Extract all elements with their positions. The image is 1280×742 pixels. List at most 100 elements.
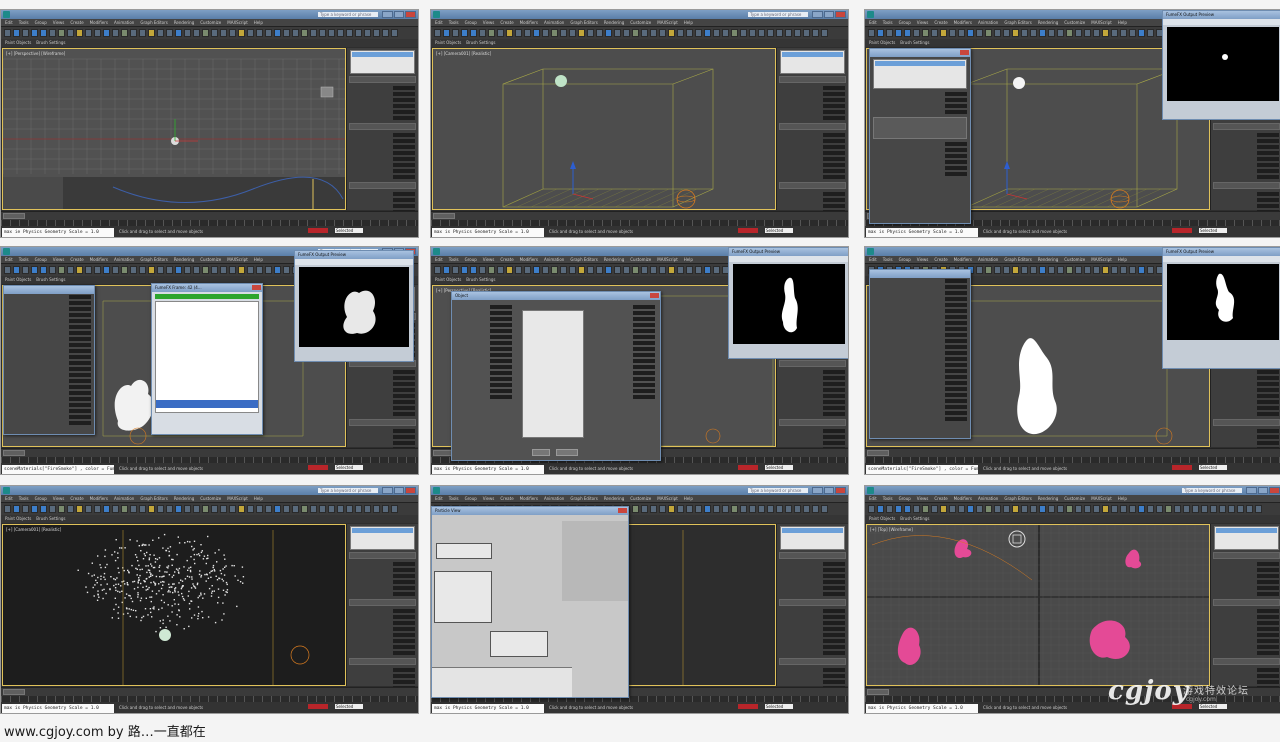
- spinner-field[interactable]: [945, 357, 967, 361]
- toolbar-button[interactable]: [40, 505, 47, 513]
- cancel-button[interactable]: [556, 449, 578, 456]
- spinner-field[interactable]: [1257, 376, 1279, 380]
- menu-item-maxscript[interactable]: MAXScript: [227, 256, 248, 263]
- spinner-field[interactable]: [1257, 163, 1279, 167]
- toolbar-button[interactable]: [940, 505, 947, 513]
- auto-key-button[interactable]: [738, 704, 758, 709]
- rollout-header[interactable]: [349, 123, 416, 130]
- spinner-field[interactable]: [393, 145, 415, 149]
- menu-item-modifiers[interactable]: Modifiers: [520, 495, 538, 502]
- spinner-field[interactable]: [69, 409, 91, 413]
- toolbar-button[interactable]: [488, 29, 495, 37]
- ribbon-tab[interactable]: Brush Settings: [466, 276, 495, 284]
- menu-item-rendering[interactable]: Rendering: [604, 256, 624, 263]
- menu-item-group[interactable]: Group: [35, 19, 47, 26]
- toolbar-button[interactable]: [569, 29, 576, 37]
- toolbar-button[interactable]: [686, 266, 693, 274]
- dialog-close-button[interactable]: [618, 508, 627, 513]
- toolbar-button[interactable]: [515, 29, 522, 37]
- toolbar-button[interactable]: [301, 29, 308, 37]
- menu-item-animation[interactable]: Animation: [978, 495, 998, 502]
- menu-item-modifiers[interactable]: Modifiers: [90, 256, 108, 263]
- app-icon[interactable]: [433, 487, 440, 494]
- toolbar-button[interactable]: [1003, 29, 1010, 37]
- toolbar-button[interactable]: [364, 505, 371, 513]
- toolbar-button[interactable]: [166, 505, 173, 513]
- toolbar-button[interactable]: [650, 29, 657, 37]
- spinner-field[interactable]: [490, 323, 512, 327]
- menu-item-edit[interactable]: Edit: [435, 256, 443, 263]
- spinner-field[interactable]: [393, 639, 415, 643]
- toolbar-button[interactable]: [130, 505, 137, 513]
- event-1[interactable]: [434, 571, 492, 623]
- toolbar-button[interactable]: [1147, 505, 1154, 513]
- spinner-field[interactable]: [1257, 645, 1279, 649]
- toolbar-button[interactable]: [605, 29, 612, 37]
- spinner-field[interactable]: [945, 369, 967, 373]
- spinner-field[interactable]: [945, 291, 967, 295]
- toolbar-button[interactable]: [551, 266, 558, 274]
- menu-item-rendering[interactable]: Rendering: [174, 19, 194, 26]
- toolbar-button[interactable]: [686, 29, 693, 37]
- menu-item-create[interactable]: Create: [500, 256, 513, 263]
- spinner-field[interactable]: [393, 388, 415, 392]
- toolbar-button[interactable]: [695, 29, 702, 37]
- toolbar-button[interactable]: [785, 29, 792, 37]
- ribbon-tab[interactable]: Paint Objects: [869, 515, 895, 523]
- spinner-field[interactable]: [1257, 394, 1279, 398]
- spinner-field[interactable]: [945, 387, 967, 391]
- spinner-field[interactable]: [1257, 592, 1279, 596]
- spinner-field[interactable]: [1257, 429, 1279, 433]
- spinner-field[interactable]: [393, 92, 415, 96]
- spinner-field[interactable]: [823, 412, 845, 416]
- selected-modifier[interactable]: [1216, 528, 1277, 533]
- toolbar-button[interactable]: [713, 29, 720, 37]
- key-set-dropdown[interactable]: Selected: [1199, 228, 1227, 233]
- spinner-field[interactable]: [823, 651, 845, 655]
- toolbar-button[interactable]: [319, 29, 326, 37]
- toolbar-button[interactable]: [560, 29, 567, 37]
- spinner-field[interactable]: [945, 92, 967, 96]
- menu-item-group[interactable]: Group: [465, 256, 477, 263]
- spinner-field[interactable]: [823, 388, 845, 392]
- spinner-field[interactable]: [490, 347, 512, 351]
- toolbar-button[interactable]: [994, 29, 1001, 37]
- toolbar-button[interactable]: [785, 505, 792, 513]
- toolbar-button[interactable]: [193, 266, 200, 274]
- toolbar-button[interactable]: [1201, 505, 1208, 513]
- spinner-field[interactable]: [945, 375, 967, 379]
- spinner-field[interactable]: [823, 633, 845, 637]
- menu-item-graph-editors[interactable]: Graph Editors: [1004, 19, 1031, 26]
- toolbar-button[interactable]: [184, 29, 191, 37]
- toolbar-button[interactable]: [704, 505, 711, 513]
- toolbar-button[interactable]: [803, 505, 810, 513]
- toolbar-button[interactable]: [1012, 266, 1019, 274]
- toolbar-button[interactable]: [812, 505, 819, 513]
- key-set-dropdown[interactable]: Selected: [765, 704, 793, 709]
- spinner-field[interactable]: [393, 668, 415, 672]
- menu-item-graph-editors[interactable]: Graph Editors: [570, 495, 597, 502]
- maximize-button[interactable]: [823, 487, 835, 494]
- toolbar-button[interactable]: [1219, 505, 1226, 513]
- toolbar-button[interactable]: [49, 266, 56, 274]
- spinner-field[interactable]: [823, 592, 845, 596]
- toolbar-button[interactable]: [202, 266, 209, 274]
- toolbar-button[interactable]: [76, 29, 83, 37]
- toolbar-button[interactable]: [103, 505, 110, 513]
- toolbar-button[interactable]: [229, 505, 236, 513]
- spinner-field[interactable]: [945, 411, 967, 415]
- spinner-field[interactable]: [633, 365, 655, 369]
- spinner-field[interactable]: [823, 435, 845, 439]
- menu-item-create[interactable]: Create: [70, 256, 83, 263]
- rollout-header[interactable]: [349, 599, 416, 606]
- spinner-field[interactable]: [69, 367, 91, 371]
- toolbar-button[interactable]: [524, 266, 531, 274]
- toolbar-button[interactable]: [976, 266, 983, 274]
- minimize-button[interactable]: [812, 487, 823, 494]
- spinner-field[interactable]: [945, 285, 967, 289]
- spinner-field[interactable]: [69, 397, 91, 401]
- toolbar-button[interactable]: [985, 29, 992, 37]
- maxscript-listener[interactable]: max ie Physics Geometry Scale = 1.0: [2, 228, 114, 237]
- spinner-field[interactable]: [490, 383, 512, 387]
- toolbar-button[interactable]: [247, 266, 254, 274]
